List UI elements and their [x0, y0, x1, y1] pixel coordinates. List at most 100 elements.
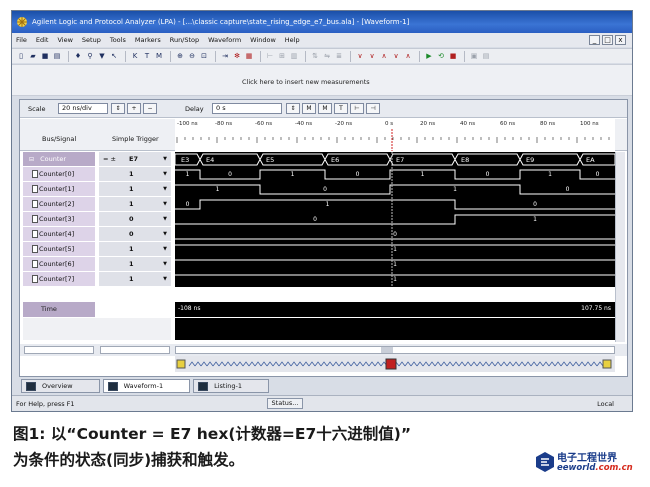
delay-field[interactable]: 0 s: [212, 103, 282, 114]
run-icon[interactable]: ▶: [424, 51, 434, 61]
bus-icon[interactable]: ⊢: [265, 51, 275, 61]
go-to-marker-m2-icon[interactable]: M: [318, 103, 332, 114]
overview-navigator[interactable]: [175, 356, 615, 372]
measurement-bar[interactable]: Click here to insert new measurements: [12, 64, 632, 96]
bus-trigger-cell[interactable]: = ± E7 ▼: [99, 152, 171, 167]
go-to-marker-m1-icon[interactable]: M: [302, 103, 316, 114]
signal-row[interactable]: Counter[7]: [23, 272, 95, 287]
navigator-end-icon[interactable]: [602, 359, 612, 369]
trigger-scrollbar[interactable]: [100, 346, 170, 354]
signal-trigger-value[interactable]: 1: [129, 272, 134, 286]
horizontal-scrollbars[interactable]: [20, 344, 627, 356]
filter-icon[interactable]: ⇋: [322, 51, 332, 61]
vertical-scrollbar[interactable]: [615, 152, 625, 342]
delay-spinner-button[interactable]: ⇕: [286, 103, 300, 114]
simple-trigger-header[interactable]: Simple Trigger: [112, 135, 159, 143]
text-icon[interactable]: K: [130, 51, 140, 61]
chevron-down-icon[interactable]: ▼: [163, 227, 167, 241]
trigger-operator[interactable]: = ±: [103, 152, 116, 166]
bus-counter-row[interactable]: ⊟ Counter: [23, 152, 95, 167]
signal-trigger-cell[interactable]: 1 ▼: [99, 182, 171, 197]
bus-signal-header[interactable]: Bus/Signal: [42, 135, 76, 143]
search-icon[interactable]: ⚲: [85, 51, 95, 61]
trigger-t-icon[interactable]: T: [142, 51, 152, 61]
signal-trigger-value[interactable]: 1: [129, 167, 134, 181]
signal-row[interactable]: Counter[3]: [23, 212, 95, 227]
chevron-down-icon[interactable]: ▼: [163, 182, 167, 196]
wave-edge-icon-2[interactable]: ∨: [367, 51, 377, 61]
signal-row[interactable]: Counter[4]: [23, 227, 95, 242]
signal-trigger-value[interactable]: 0: [129, 227, 134, 241]
menu-file[interactable]: File: [16, 36, 27, 44]
tab-waveform-1[interactable]: Waveform-1: [102, 379, 191, 393]
menu-run-stop[interactable]: Run/Stop: [170, 36, 199, 44]
print-icon[interactable]: ▤: [52, 51, 62, 61]
scale-field[interactable]: 20 ns/div: [58, 103, 108, 114]
menu-waveform[interactable]: Waveform: [208, 36, 241, 44]
chevron-down-icon[interactable]: ▼: [163, 257, 167, 271]
signal-scrollbar[interactable]: [24, 346, 94, 354]
signal-trigger-cell[interactable]: 0 ▼: [99, 212, 171, 227]
wave-edge-icon-5[interactable]: ∧: [403, 51, 413, 61]
signal-waveform[interactable]: 1: [175, 242, 615, 257]
chevron-down-icon[interactable]: ▼: [163, 152, 167, 166]
signal-trigger-cell[interactable]: 0 ▼: [99, 227, 171, 242]
chevron-down-icon[interactable]: ▼: [163, 212, 167, 226]
status-button[interactable]: Status...: [267, 398, 303, 409]
signal-row[interactable]: Counter[2]: [23, 197, 95, 212]
menu-window[interactable]: Window: [250, 36, 276, 44]
zoom-in-icon[interactable]: ⊕: [175, 51, 185, 61]
signal-row[interactable]: Counter[1]: [23, 182, 95, 197]
save-icon[interactable]: ■: [40, 51, 50, 61]
zoom-out-scale-icon[interactable]: −: [143, 103, 157, 114]
signal-waveform[interactable]: 01: [175, 212, 615, 227]
menu-edit[interactable]: Edit: [36, 36, 49, 44]
scroll-thumb[interactable]: [381, 347, 393, 353]
tab-overview[interactable]: Overview: [21, 379, 100, 393]
signal-row[interactable]: Counter[0]: [23, 167, 95, 182]
signal-trigger-cell[interactable]: 1 ▼: [99, 167, 171, 182]
signal-row[interactable]: Counter[6]: [23, 257, 95, 272]
signal-trigger-value[interactable]: 1: [129, 257, 134, 271]
maximize-button[interactable]: □: [602, 35, 613, 45]
time-ruler[interactable]: -100 ns -80 ns -60 ns -40 ns -20 ns 0 s …: [175, 119, 615, 151]
properties-icon[interactable]: ✻: [232, 51, 242, 61]
go-to-end-icon[interactable]: ⊣: [366, 103, 380, 114]
stop-icon[interactable]: ■: [448, 51, 458, 61]
chart-icon[interactable]: ▥: [289, 51, 299, 61]
signal-waveform[interactable]: 1 0 1 0 1 0 1 0: [175, 167, 615, 182]
sort-icon[interactable]: ⇅: [310, 51, 320, 61]
go-marker-icon[interactable]: ⇥: [220, 51, 230, 61]
menu-help[interactable]: Help: [285, 36, 300, 44]
menu-setup[interactable]: Setup: [82, 36, 101, 44]
find-icon[interactable]: ♦: [73, 51, 83, 61]
table-icon[interactable]: ⊞: [277, 51, 287, 61]
chevron-down-icon[interactable]: ▼: [163, 197, 167, 211]
signal-trigger-value[interactable]: 1: [129, 197, 134, 211]
signal-waveform[interactable]: 1: [175, 272, 615, 287]
signal-trigger-cell[interactable]: 1 ▼: [99, 197, 171, 212]
menu-view[interactable]: View: [57, 36, 72, 44]
measurement-prompt[interactable]: Click here to insert new measurements: [242, 78, 370, 86]
menu-tools[interactable]: Tools: [110, 36, 126, 44]
close-button[interactable]: x: [615, 35, 626, 45]
signal-trigger-cell[interactable]: 1 ▼: [99, 242, 171, 257]
wave-edge-icon-3[interactable]: ∧: [379, 51, 389, 61]
zoom-out-icon[interactable]: ⊖: [187, 51, 197, 61]
waveform-icon[interactable]: ▤: [481, 51, 491, 61]
navigator-trigger-marker[interactable]: [385, 358, 397, 370]
wave-edge-icon-1[interactable]: ∨: [355, 51, 365, 61]
trigger-value[interactable]: E7: [129, 152, 138, 166]
run-repetitive-icon[interactable]: ⟲: [436, 51, 446, 61]
go-to-trigger-icon[interactable]: T: [334, 103, 348, 114]
overview-icon[interactable]: ▣: [469, 51, 479, 61]
chevron-down-icon[interactable]: ▼: [163, 272, 167, 286]
wave-edge-icon-4[interactable]: ∨: [391, 51, 401, 61]
signal-waveform[interactable]: 1: [175, 257, 615, 272]
waveform-scrollbar[interactable]: [175, 346, 615, 354]
signal-row[interactable]: Counter[5]: [23, 242, 95, 257]
list-icon[interactable]: ≣: [334, 51, 344, 61]
new-file-icon[interactable]: ▯: [16, 51, 26, 61]
cursor-icon[interactable]: ↖: [109, 51, 119, 61]
marker-icon[interactable]: ▼: [97, 51, 107, 61]
